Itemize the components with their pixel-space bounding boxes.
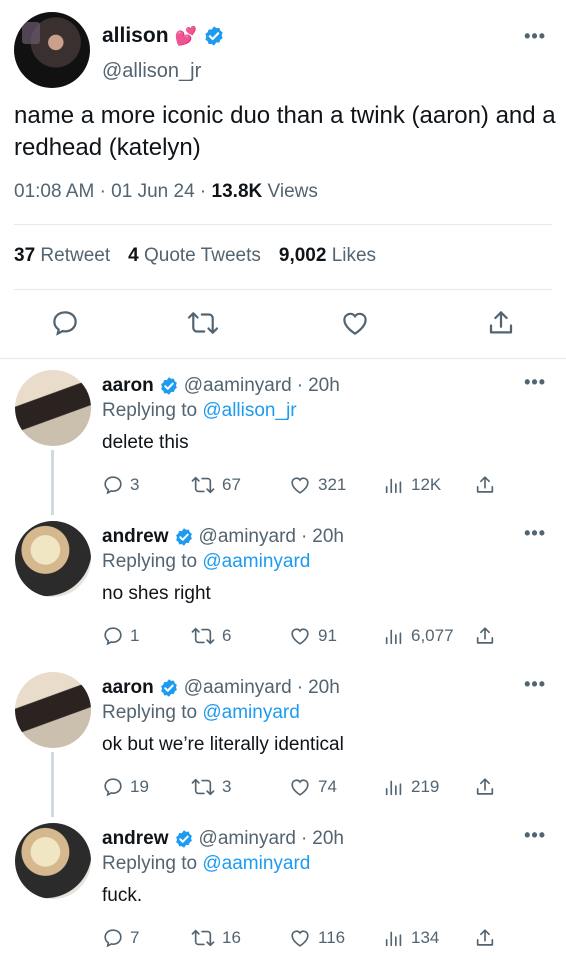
retweet-button[interactable]: 6 <box>190 625 231 647</box>
reply-icon[interactable] <box>50 308 80 338</box>
views-button[interactable]: 12K <box>383 474 441 496</box>
verified-icon <box>174 829 194 849</box>
reply-time[interactable]: 20h <box>308 677 340 699</box>
reply-header: aaron @aaminyard · 20h <box>102 375 340 397</box>
avatar[interactable] <box>14 12 90 88</box>
more-icon[interactable]: ••• <box>524 523 546 544</box>
main-tweet-header: allison 💕 @allison_jr ••• <box>14 12 552 88</box>
quotes-stat[interactable]: 4 Quote Tweets <box>128 245 261 267</box>
views-label: Views <box>267 181 318 202</box>
reply-tweet[interactable]: aaron @aaminyard · 20h ••• Replying to @… <box>0 664 566 814</box>
reply-author-name[interactable]: andrew <box>102 526 169 548</box>
verified-icon <box>159 376 179 396</box>
more-icon[interactable]: ••• <box>524 825 546 846</box>
reply-tweet[interactable]: andrew @aminyard · 20h ••• Replying to @… <box>0 513 566 663</box>
reply-text: ok but we’re literally identical <box>102 734 344 755</box>
reply-button[interactable]: 3 <box>102 474 139 496</box>
author-name-text: allison <box>102 24 169 47</box>
avatar[interactable] <box>15 370 91 446</box>
divider <box>0 358 566 359</box>
share-button[interactable] <box>474 927 496 949</box>
reply-time[interactable]: 20h <box>312 828 344 850</box>
like-button[interactable]: 116 <box>288 927 345 949</box>
replying-to-handle[interactable]: @aminyard <box>202 702 299 723</box>
share-icon[interactable] <box>486 308 516 338</box>
reply-tweet[interactable]: aaron @aaminyard · 20h ••• Replying to @… <box>0 362 566 512</box>
reply-time[interactable]: 20h <box>312 526 344 548</box>
views-button[interactable]: 6,077 <box>383 625 454 647</box>
replying-to-handle[interactable]: @aaminyard <box>202 551 310 572</box>
heart-emoji: 💕 <box>174 25 197 46</box>
more-icon[interactable]: ••• <box>524 674 546 695</box>
views-button[interactable]: 134 <box>383 927 439 949</box>
retweets-stat[interactable]: 37 Retweet <box>14 245 110 267</box>
verified-icon <box>159 678 179 698</box>
reply-action-bar: 19 3 74 219 <box>102 776 502 802</box>
avatar[interactable] <box>15 521 91 597</box>
avatar[interactable] <box>15 672 91 748</box>
verified-icon <box>203 25 225 47</box>
reply-button[interactable]: 7 <box>102 927 139 949</box>
retweet-icon[interactable] <box>186 308 220 338</box>
share-button[interactable] <box>474 776 496 798</box>
tweet-meta: 01:08 AM · 01 Jun 24 · 13.8K Views <box>14 181 318 202</box>
reply-text: no shes right <box>102 583 211 604</box>
tweet-time[interactable]: 01:08 AM <box>14 181 94 202</box>
more-icon[interactable]: ••• <box>524 26 546 47</box>
reply-author-handle[interactable]: @aaminyard <box>184 677 292 699</box>
tweet-date[interactable]: 01 Jun 24 <box>111 181 194 202</box>
more-icon[interactable]: ••• <box>524 372 546 393</box>
reply-author-name[interactable]: aaron <box>102 375 154 397</box>
reply-author-name[interactable]: aaron <box>102 677 154 699</box>
like-button[interactable]: 321 <box>288 474 346 496</box>
share-button[interactable] <box>474 625 496 647</box>
replying-to-handle[interactable]: @aaminyard <box>202 853 310 874</box>
divider <box>14 289 552 290</box>
reply-author-name[interactable]: andrew <box>102 828 169 850</box>
reply-header: aaron @aaminyard · 20h <box>102 677 340 699</box>
divider <box>14 224 552 225</box>
reply-text: delete this <box>102 432 189 453</box>
reply-action-bar: 3 67 321 12K <box>102 474 502 500</box>
tweet-stats: 37 Retweet 4 Quote Tweets 9,002 Likes <box>14 245 376 267</box>
replying-to-handle[interactable]: @allison_jr <box>202 400 296 421</box>
replying-to: Replying to @aaminyard <box>102 551 311 572</box>
retweet-button[interactable]: 3 <box>190 776 231 798</box>
tweet-text: name a more iconic duo than a twink (aar… <box>14 102 556 161</box>
main-action-bar <box>0 308 566 342</box>
reply-author-handle[interactable]: @aminyard <box>199 828 296 850</box>
retweet-button[interactable]: 67 <box>190 474 241 496</box>
avatar[interactable] <box>15 823 91 899</box>
reply-tweet[interactable]: andrew @aminyard · 20h ••• Replying to @… <box>0 815 566 965</box>
like-button[interactable]: 91 <box>288 625 337 647</box>
share-button[interactable] <box>474 474 496 496</box>
author-name[interactable]: allison 💕 <box>102 24 225 48</box>
replying-to: Replying to @allison_jr <box>102 400 297 421</box>
reply-button[interactable]: 1 <box>102 625 139 647</box>
reply-action-bar: 7 16 116 134 <box>102 927 502 953</box>
like-button[interactable]: 74 <box>288 776 337 798</box>
views-count: 13.8K <box>211 181 263 202</box>
reply-header: andrew @aminyard · 20h <box>102 828 344 850</box>
reply-author-handle[interactable]: @aaminyard <box>184 375 292 397</box>
author-handle[interactable]: @allison_jr <box>102 60 201 83</box>
likes-stat[interactable]: 9,002 Likes <box>279 245 376 267</box>
reply-header: andrew @aminyard · 20h <box>102 526 344 548</box>
reply-button[interactable]: 19 <box>102 776 149 798</box>
verified-icon <box>174 527 194 547</box>
replying-to: Replying to @aaminyard <box>102 853 311 874</box>
reply-author-handle[interactable]: @aminyard <box>199 526 296 548</box>
reply-action-bar: 1 6 91 6,077 <box>102 625 502 651</box>
replying-to: Replying to @aminyard <box>102 702 300 723</box>
reply-time[interactable]: 20h <box>308 375 340 397</box>
views-button[interactable]: 219 <box>383 776 439 798</box>
like-icon[interactable] <box>340 308 370 338</box>
retweet-button[interactable]: 16 <box>190 927 241 949</box>
reply-text: fuck. <box>102 885 143 906</box>
